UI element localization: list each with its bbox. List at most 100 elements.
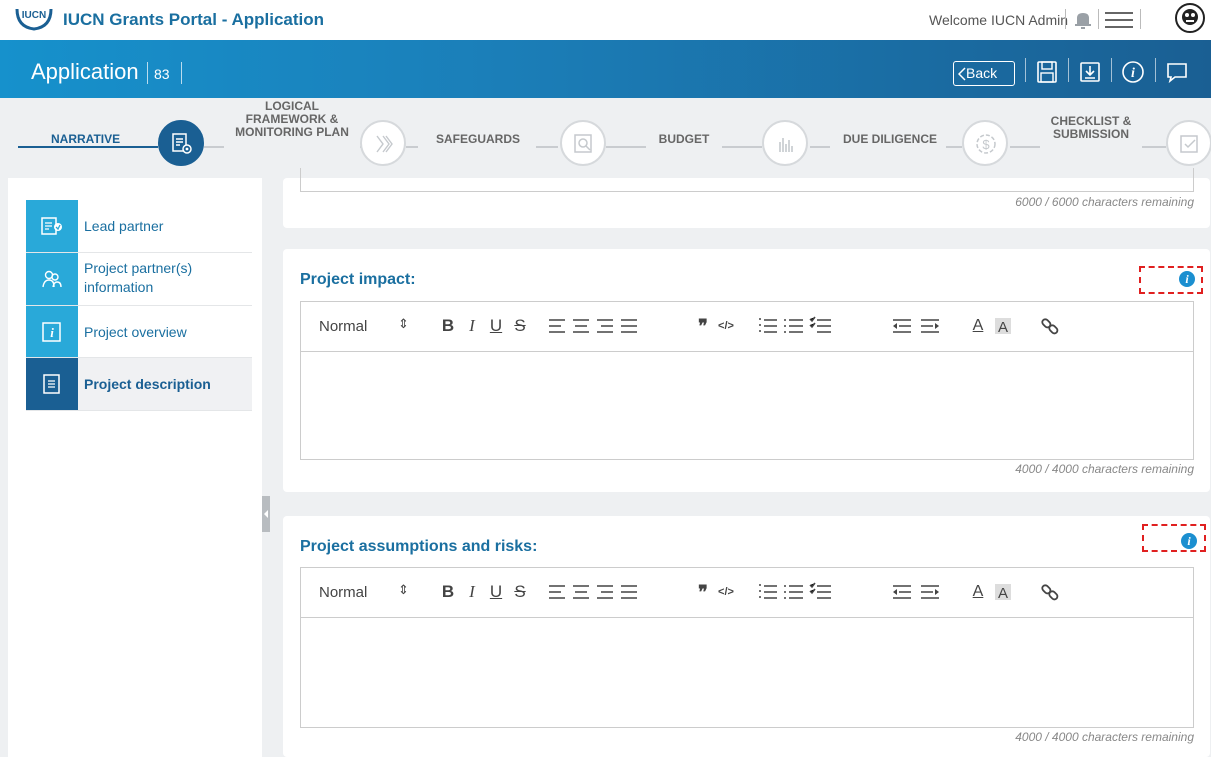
- select-arrow-icon[interactable]: ⇕: [398, 316, 409, 332]
- link-icon[interactable]: [1039, 314, 1061, 338]
- char-count: 4000 / 4000 characters remaining: [1015, 462, 1194, 476]
- info-document-icon: i: [42, 321, 61, 342]
- info-icon[interactable]: i: [1179, 271, 1195, 287]
- page-title: Application: [31, 59, 139, 84]
- step-safeguards-label[interactable]: SAFEGUARDS: [420, 133, 536, 146]
- editor-input-area[interactable]: [301, 619, 1193, 727]
- step-budget[interactable]: [762, 120, 808, 166]
- sidebar-item-lead-partner[interactable]: Lead partner: [26, 200, 252, 253]
- info-icon[interactable]: i: [1181, 533, 1197, 549]
- info-highlight-box: i: [1142, 524, 1206, 552]
- font-color-button[interactable]: A: [969, 580, 987, 604]
- lead-partner-icon: [41, 217, 62, 235]
- bold-button[interactable]: B: [439, 580, 457, 604]
- step-narrative[interactable]: [158, 120, 204, 166]
- format-select[interactable]: Normal: [319, 318, 367, 335]
- align-icons[interactable]: [547, 580, 657, 604]
- sidebar-item-label: Project overview: [84, 324, 187, 340]
- strikethrough-button[interactable]: S: [511, 314, 529, 338]
- blockquote-button[interactable]: ❞: [693, 580, 713, 604]
- step-connector: [406, 146, 418, 148]
- char-count: 4000 / 4000 characters remaining: [1015, 730, 1194, 744]
- rich-text-editor: Normal ⇕ B I U S ❞ </> A A: [300, 301, 1194, 460]
- step-connector: [536, 146, 558, 148]
- indent-icons[interactable]: [891, 314, 943, 338]
- step-connector: [946, 146, 962, 148]
- italic-button[interactable]: I: [463, 314, 481, 338]
- background-color-icon[interactable]: A: [993, 580, 1013, 604]
- section-sidebar: Lead partner Project partner(s) informat…: [8, 178, 262, 757]
- align-icons[interactable]: [547, 314, 657, 338]
- step-connector: [18, 146, 158, 148]
- separator: [1155, 58, 1156, 82]
- comment-icon[interactable]: [1165, 60, 1189, 84]
- previous-editor-area[interactable]: [300, 168, 1194, 192]
- ordered-list-icon: [759, 318, 777, 333]
- application-id: 83: [154, 66, 170, 82]
- sidebar-collapse-handle[interactable]: [262, 496, 270, 532]
- step-logical-framework-label[interactable]: LOGICAL FRAMEWORK & MONITORING PLAN: [224, 100, 360, 139]
- step-connector: [1142, 146, 1166, 148]
- sidebar-item-project-description[interactable]: Project description: [26, 358, 252, 411]
- iucn-logo[interactable]: IUCN: [14, 5, 54, 33]
- char-count: 6000 / 6000 characters remaining: [1015, 195, 1194, 209]
- chevron-left-icon: [958, 67, 966, 81]
- editor-input-area[interactable]: [301, 353, 1193, 459]
- nav-icon-box: [26, 358, 78, 410]
- background-color-icon[interactable]: A: [993, 314, 1013, 338]
- nav-icon-box: i: [26, 306, 78, 357]
- svg-text:$: $: [982, 137, 990, 152]
- logo-text: IUCN: [22, 10, 46, 21]
- align-justify-icon: [621, 319, 637, 333]
- save-icon[interactable]: [1035, 60, 1059, 84]
- blockquote-button[interactable]: ❞: [693, 314, 713, 338]
- step-narrative-label[interactable]: NARRATIVE: [48, 133, 124, 146]
- indent-icons[interactable]: [891, 580, 943, 604]
- bar-chart-icon: [779, 138, 793, 152]
- step-due-diligence-label[interactable]: DUE DILIGENCE: [834, 133, 946, 146]
- step-safeguards[interactable]: [560, 120, 606, 166]
- download-icon[interactable]: [1078, 60, 1102, 84]
- align-center-icon: [573, 585, 589, 599]
- info-circle-icon[interactable]: i: [1121, 60, 1145, 84]
- rich-text-editor: Normal ⇕ B I U S ❞ </> A A: [300, 567, 1194, 728]
- bold-button[interactable]: B: [439, 314, 457, 338]
- list-icons[interactable]: [757, 314, 847, 338]
- separator: [1068, 58, 1069, 82]
- separator: [1111, 58, 1112, 82]
- font-color-button[interactable]: A: [969, 314, 987, 338]
- code-button[interactable]: </>: [715, 580, 737, 604]
- editor-toolbar: Normal ⇕ B I U S ❞ </> A A: [301, 302, 1193, 352]
- align-left-icon: [549, 319, 565, 333]
- italic-button[interactable]: I: [463, 580, 481, 604]
- step-checklist[interactable]: [1166, 120, 1211, 166]
- format-select[interactable]: Normal: [319, 584, 367, 601]
- step-logical-framework[interactable]: [360, 120, 406, 166]
- editor-toolbar: Normal ⇕ B I U S ❞ </> A A: [301, 568, 1193, 618]
- step-checklist-label[interactable]: CHECKLIST & SUBMISSION: [1040, 115, 1142, 141]
- align-justify-icon: [621, 585, 637, 599]
- list-icons[interactable]: [757, 580, 847, 604]
- project-risks-card: Project assumptions and risks: i Normal …: [283, 516, 1210, 757]
- code-button[interactable]: </>: [715, 314, 737, 338]
- bell-icon[interactable]: [1072, 9, 1094, 31]
- hamburger-menu-icon[interactable]: [1103, 10, 1135, 30]
- link-icon[interactable]: [1039, 580, 1061, 604]
- underline-button[interactable]: U: [487, 314, 505, 338]
- strikethrough-button[interactable]: S: [511, 580, 529, 604]
- step-budget-label[interactable]: BUDGET: [646, 133, 722, 146]
- select-arrow-icon[interactable]: ⇕: [398, 582, 409, 598]
- info-highlight-box: i: [1139, 266, 1203, 294]
- sidebar-item-project-partners[interactable]: Project partner(s) information: [26, 253, 252, 306]
- underline-button[interactable]: U: [487, 580, 505, 604]
- align-center-icon: [573, 319, 589, 333]
- avatar-icon[interactable]: [1174, 2, 1206, 34]
- checklist-icon: [1180, 135, 1198, 153]
- step-connector: [606, 146, 646, 148]
- sidebar-item-project-overview[interactable]: i Project overview: [26, 306, 252, 358]
- back-label: Back: [966, 65, 998, 81]
- back-button[interactable]: Back: [953, 61, 1015, 86]
- step-due-diligence[interactable]: $: [962, 120, 1008, 166]
- separator: [1140, 9, 1141, 29]
- search-document-icon: [574, 134, 592, 153]
